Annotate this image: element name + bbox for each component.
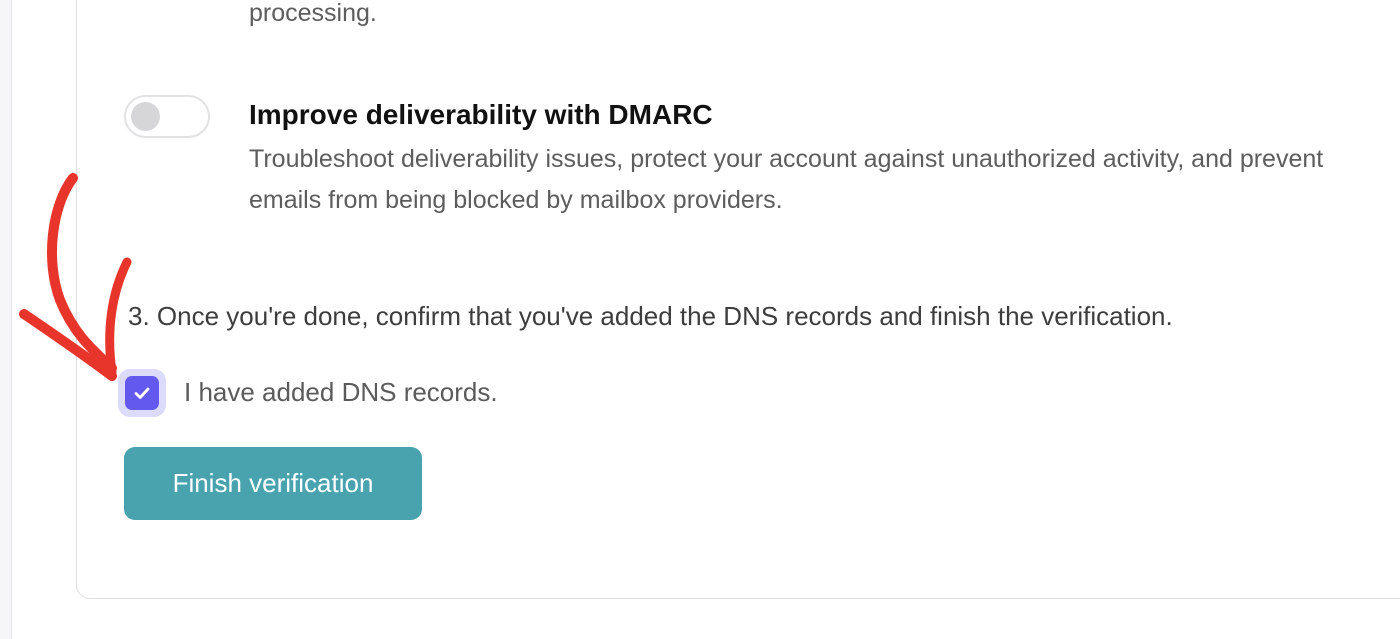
checkmark-icon	[134, 387, 150, 399]
dns-records-checkbox[interactable]	[118, 369, 166, 417]
previous-feature-description: processing.	[249, 0, 377, 27]
dmarc-title: Improve deliverability with DMARC	[249, 99, 713, 130]
toggle-knob	[131, 102, 160, 131]
finish-verification-button[interactable]: Finish verification	[124, 447, 422, 520]
checkbox-box	[125, 376, 159, 410]
dmarc-description: Troubleshoot deliverability issues, prot…	[249, 145, 1324, 214]
step-3-instruction: 3. Once you're done, confirm that you've…	[128, 301, 1173, 331]
dns-records-checkbox-label[interactable]: I have added DNS records.	[184, 374, 498, 410]
dmarc-toggle[interactable]	[124, 95, 210, 138]
left-sidebar-edge	[0, 0, 12, 639]
